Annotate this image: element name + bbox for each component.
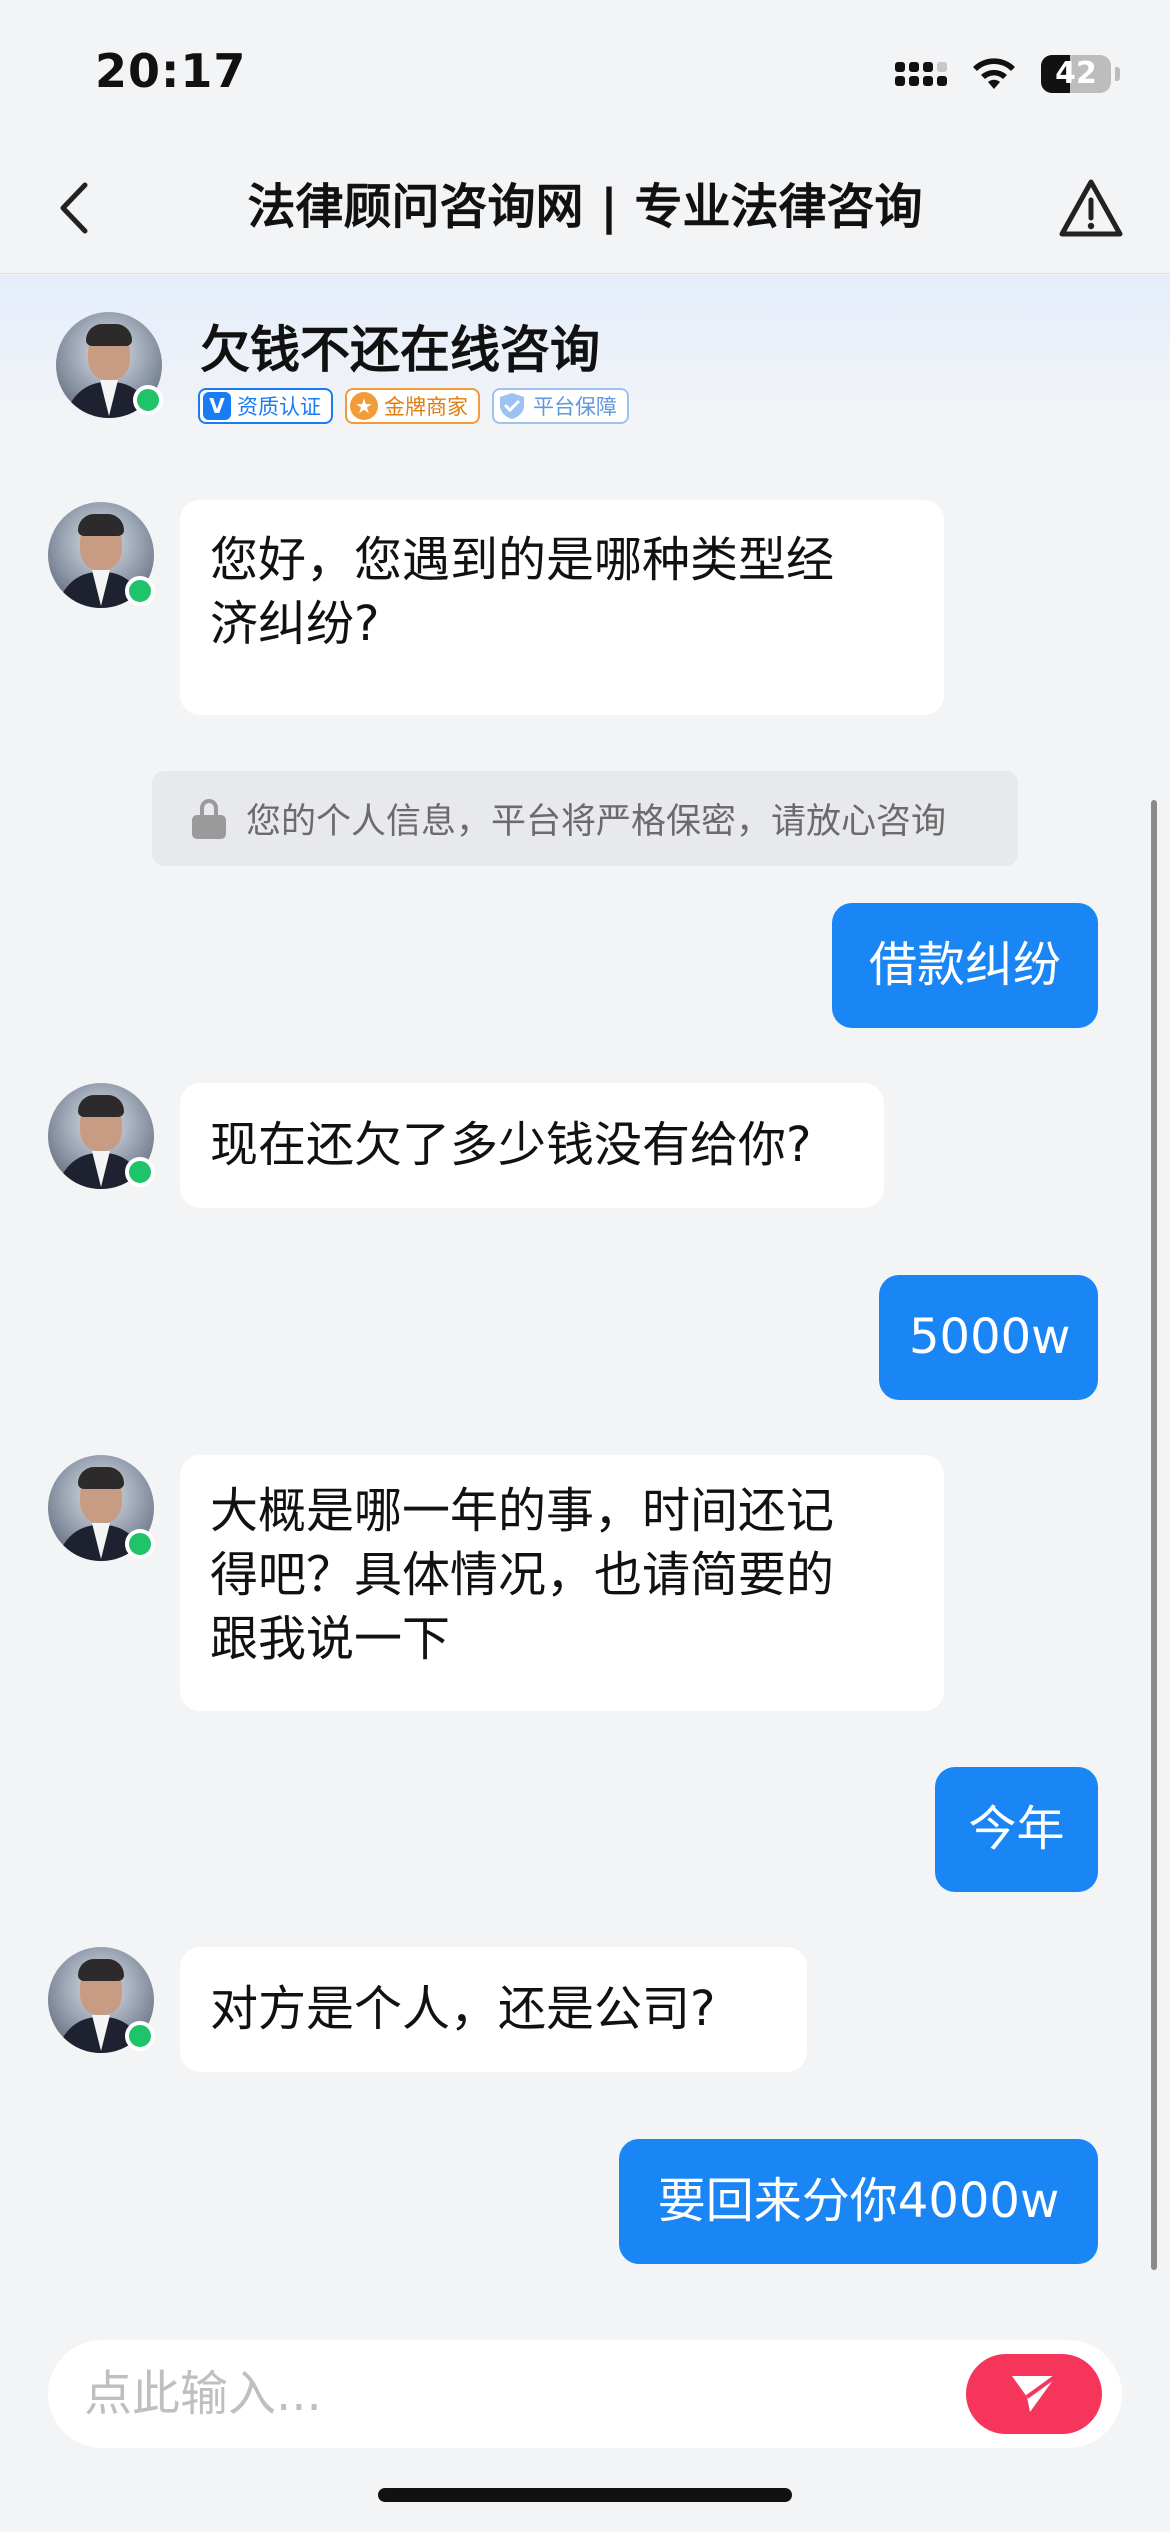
user-message-bubble: 今年 bbox=[935, 1767, 1098, 1892]
status-bar: 20:17 42 bbox=[0, 0, 1170, 140]
report-button[interactable] bbox=[1056, 176, 1126, 240]
lawyer-message-bubble: 大概是哪一年的事，时间还记 得吧？具体情况，也请简要的 跟我说一下 bbox=[180, 1455, 944, 1711]
page-title: 法律顾问咨询网 | 专业法律咨询 bbox=[247, 179, 923, 235]
online-status-dot bbox=[125, 2021, 155, 2051]
send-button[interactable] bbox=[966, 2354, 1102, 2434]
message-input[interactable] bbox=[84, 2340, 944, 2448]
lawyer-message-bubble: 对方是个人，还是公司? bbox=[180, 1947, 807, 2072]
online-status-dot bbox=[125, 576, 155, 606]
paper-plane-icon bbox=[1012, 2374, 1058, 2412]
chevron-left-icon bbox=[60, 182, 88, 234]
privacy-notice: 您的个人信息，平台将严格保密，请放心咨询 bbox=[152, 771, 1018, 866]
message-input-bar bbox=[48, 2340, 1122, 2448]
badge-list: V 资质认证 ★ 金牌商家 平台保障 bbox=[198, 388, 629, 424]
verified-badge: V 资质认证 bbox=[198, 388, 333, 424]
battery-level: 42 bbox=[1055, 56, 1097, 91]
chat-scrollbar[interactable] bbox=[1151, 800, 1157, 2270]
status-icons: 42 bbox=[895, 52, 1120, 96]
verified-v-icon: V bbox=[203, 392, 231, 420]
gold-merchant-badge: ★ 金牌商家 bbox=[345, 388, 480, 424]
chat-screen: 20:17 42 法律顾问咨询网 | 专业法律咨询 欠钱不还在线咨询 V 资质认… bbox=[0, 0, 1170, 2532]
user-message-bubble: 要回来分你4000w bbox=[619, 2139, 1098, 2264]
lawyer-message-bubble: 现在还欠了多少钱没有给你? bbox=[180, 1083, 884, 1208]
battery-icon: 42 bbox=[1041, 55, 1111, 93]
home-indicator[interactable] bbox=[378, 2488, 792, 2502]
online-status-dot bbox=[133, 385, 163, 415]
back-button[interactable] bbox=[44, 176, 104, 240]
platform-guarantee-badge: 平台保障 bbox=[492, 388, 629, 424]
status-time: 20:17 bbox=[95, 44, 247, 98]
lawyer-profile-header[interactable]: 欠钱不还在线咨询 V 资质认证 ★ 金牌商家 平台保障 bbox=[0, 275, 1170, 435]
wifi-icon bbox=[973, 58, 1015, 89]
lawyer-name: 欠钱不还在线咨询 bbox=[200, 321, 600, 379]
user-message-bubble: 5000w bbox=[879, 1275, 1098, 1400]
cellular-signal-icon bbox=[895, 62, 947, 86]
warning-triangle-icon bbox=[1059, 179, 1123, 237]
online-status-dot bbox=[125, 1157, 155, 1187]
user-message-bubble: 借款纠纷 bbox=[832, 903, 1098, 1028]
lawyer-message-bubble: 您好，您遇到的是哪种类型经 济纠纷? bbox=[180, 500, 944, 715]
online-status-dot bbox=[125, 1529, 155, 1559]
lock-icon bbox=[192, 798, 226, 839]
shield-check-icon bbox=[500, 393, 524, 419]
star-icon: ★ bbox=[350, 392, 378, 420]
navigation-bar: 法律顾问咨询网 | 专业法律咨询 bbox=[0, 140, 1170, 274]
